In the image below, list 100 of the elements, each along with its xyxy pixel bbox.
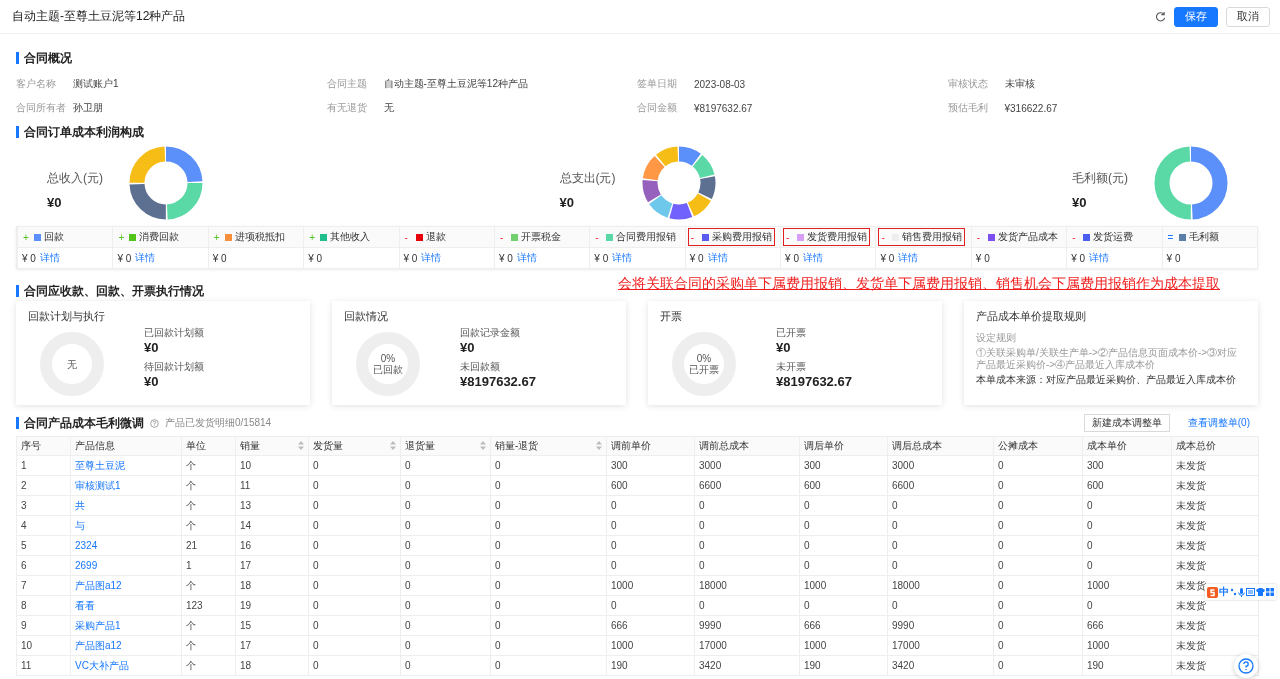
- section-title: 合同应收款、回款、开票执行情况: [16, 285, 204, 297]
- card-title: 回款计划与执行: [28, 309, 106, 324]
- table-cell: 600: [611, 479, 628, 491]
- table-cell: 0: [495, 559, 501, 571]
- table-cell: 未发货: [1176, 479, 1206, 491]
- save-button[interactable]: 保存: [1174, 6, 1218, 27]
- table-cell: 600: [804, 479, 821, 491]
- legend-label: 毛利额: [1188, 230, 1219, 244]
- column-header: 发货量: [313, 440, 343, 451]
- section-title: 合同产品成本毛利微调: [16, 417, 144, 429]
- table-cell: 0: [313, 659, 319, 671]
- details-link[interactable]: 详情: [1089, 251, 1110, 265]
- column-header: 产品信息: [75, 440, 115, 451]
- summary-label: 总支出(元): [559, 170, 616, 187]
- table-cell: 0: [405, 619, 411, 631]
- details-link[interactable]: 详情: [612, 251, 633, 265]
- table-cell: 21: [186, 539, 198, 551]
- stat-value: ¥8197632.67: [460, 374, 536, 389]
- table-cell: 600: [1087, 479, 1104, 491]
- table-cell: 0: [804, 519, 810, 531]
- field-label: 合同所有者: [16, 101, 67, 115]
- details-link[interactable]: 详情: [421, 251, 442, 265]
- table-cell: 0: [1087, 519, 1093, 531]
- field-value: ¥8197632.67: [694, 102, 753, 114]
- table-cell: 未发货: [1176, 459, 1206, 471]
- details-link[interactable]: 详情: [39, 251, 60, 265]
- table-cell: 个: [186, 459, 196, 471]
- sign-text: -: [786, 231, 791, 243]
- table-cell: 9990: [699, 619, 722, 631]
- sign-text: -: [881, 231, 886, 243]
- field-value: 无: [383, 101, 394, 115]
- table-cell: 18000: [892, 579, 920, 591]
- table-cell: 0: [495, 639, 501, 651]
- table-cell: 1000: [1087, 639, 1110, 651]
- product-link[interactable]: 2699: [75, 559, 98, 571]
- summary-label: 毛利额(元): [1072, 170, 1128, 187]
- table-cell: 300: [611, 459, 628, 471]
- legend-value: ¥ 0: [403, 252, 418, 264]
- details-link[interactable]: 详情: [802, 251, 823, 265]
- legend-value: ¥ 0: [1071, 252, 1086, 264]
- details-link[interactable]: 详情: [516, 251, 537, 265]
- table-cell: 1000: [611, 639, 634, 651]
- table-cell: 0: [313, 619, 319, 631]
- table-cell: 7: [21, 579, 27, 591]
- table-cell: 666: [611, 619, 628, 631]
- details-link[interactable]: 详情: [707, 251, 728, 265]
- table-cell: 0: [405, 499, 411, 511]
- new-button[interactable]: 新建成本调整单: [1083, 414, 1170, 432]
- count-text: 产品已发货明细0/15814: [165, 416, 273, 430]
- column-header: 序号: [21, 440, 41, 451]
- ime-mode-text[interactable]: 中: [1219, 585, 1229, 599]
- product-link[interactable]: 与: [75, 519, 85, 531]
- rule-text: ①关联采购单/关联生产单->②产品信息页面成本价->③对应产品最近采购价->④产品最近入库成本价: [976, 347, 1239, 371]
- table-cell: 0: [699, 499, 705, 511]
- cancel-button[interactable]: 取消: [1226, 6, 1270, 27]
- table-cell: 0: [998, 619, 1004, 631]
- table-cell: 0: [699, 559, 705, 571]
- table-cell: 0: [892, 519, 898, 531]
- product-link[interactable]: 共: [75, 499, 85, 511]
- stat-value: ¥0: [144, 340, 160, 355]
- stat-label: 已回款计划额: [144, 326, 204, 340]
- table-cell: 0: [804, 499, 810, 511]
- table-cell: 5: [21, 539, 27, 551]
- table-cell: 0: [1087, 559, 1093, 571]
- legend-value: ¥ 0: [880, 252, 895, 264]
- field-label: 签单日期: [637, 77, 678, 91]
- legend-value: ¥ 0: [1166, 252, 1181, 264]
- details-link[interactable]: 详情: [135, 251, 156, 265]
- legend-label: 退款: [425, 230, 446, 244]
- legend-value: ¥ 0: [212, 252, 227, 264]
- table-cell: 0: [998, 579, 1004, 591]
- table-cell: 666: [1087, 619, 1104, 631]
- stat-value: ¥0: [776, 340, 792, 355]
- details-link[interactable]: 详情: [898, 251, 919, 265]
- table-cell: 0: [313, 459, 319, 471]
- field-value: 自动主题-至尊土豆泥等12种产品: [383, 77, 528, 91]
- table-cell: 0: [998, 539, 1004, 551]
- table-cell: 个: [186, 519, 196, 531]
- table-cell: 0: [405, 479, 411, 491]
- table-cell: 0: [998, 519, 1004, 531]
- table-cell: 个: [186, 659, 196, 671]
- sign-text: -: [976, 231, 982, 243]
- table-cell: 0: [495, 659, 501, 671]
- table-cell: 0: [892, 559, 898, 571]
- table-cell: 0: [495, 599, 501, 611]
- table-cell: 17: [240, 639, 252, 651]
- table-cell: 0: [405, 539, 411, 551]
- table-cell: 0: [611, 519, 617, 531]
- table-cell: 个: [186, 639, 196, 651]
- ring-label: 无: [67, 358, 77, 370]
- table-cell: 未发货: [1176, 619, 1206, 631]
- table-cell: 300: [1087, 459, 1104, 471]
- sign-text: -: [499, 231, 505, 243]
- legend-value: ¥ 0: [308, 252, 323, 264]
- table-cell: 2: [21, 479, 27, 491]
- product-link[interactable]: 2324: [75, 539, 98, 551]
- column-header: 调后总成本: [892, 440, 942, 451]
- field-label: 审核状态: [947, 77, 989, 91]
- table-cell: 0: [313, 519, 319, 531]
- product-link[interactable]: 看看: [75, 599, 95, 611]
